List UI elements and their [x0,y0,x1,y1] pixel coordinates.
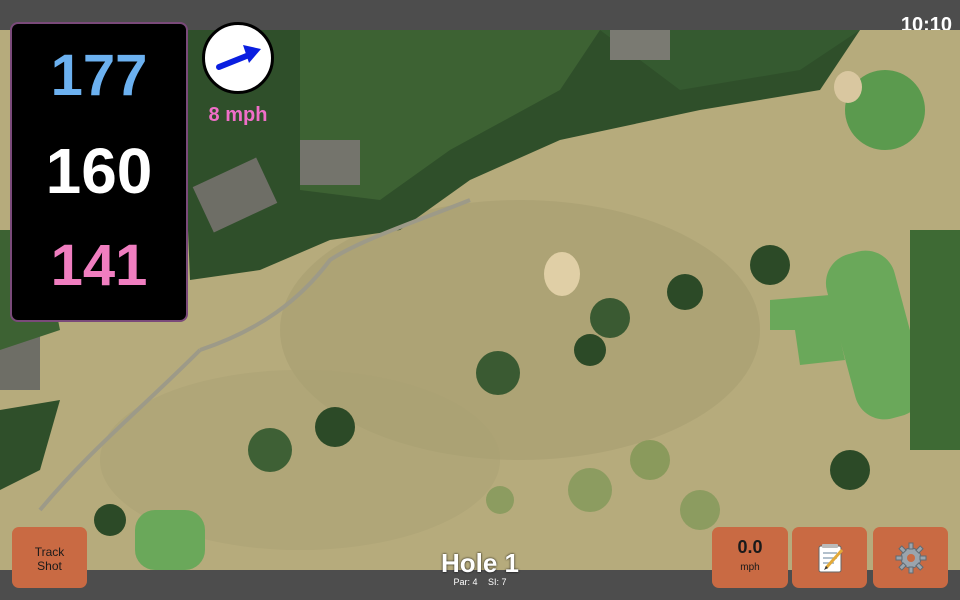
wind-indicator [202,22,274,94]
front-distance: 141 [50,233,148,298]
track-shot-button[interactable]: Track Shot [12,527,87,588]
wind-speed: 8 mph [208,104,268,126]
hole-title: Hole 1 [440,548,520,578]
wind-arrow-icon [216,45,261,70]
middle-distance: 160 [45,135,153,207]
hole-si: SI: 7 [488,577,507,587]
distance-panel: 177 160 141 [10,22,188,322]
notepad-icon [818,544,844,573]
gear-icon [895,542,927,574]
speed-value: 0.0 [737,537,763,557]
track-shot-label-line1: Track [34,545,65,559]
notes-button[interactable] [792,527,867,588]
speed-button[interactable]: 0.0 mph [712,527,788,588]
track-shot-label-line2: Shot [37,559,62,573]
hole-par: Par: 4 [453,577,478,587]
hole-info: Par: 4 SI: 7 [380,577,580,587]
settings-button[interactable] [873,527,948,588]
back-distance: 177 [50,43,148,108]
speed-unit: mph [740,562,760,573]
